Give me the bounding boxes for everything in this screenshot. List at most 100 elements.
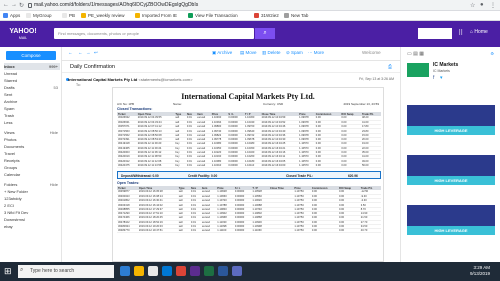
- message-date: Fri, Sep 13 at 3:26 AM: [359, 77, 394, 81]
- table-cell: 0.00: [314, 163, 341, 169]
- next-icon[interactable]: →: [86, 50, 91, 55]
- print-icon[interactable]: ⎙: [388, 64, 392, 70]
- ad-banner-2[interactable]: HIGH LEVERAGE: [407, 155, 495, 185]
- forward-icon[interactable]: →: [11, 2, 17, 8]
- sender-name[interactable]: International Capital Markets Pty Ltd <s…: [68, 77, 193, 82]
- move-button[interactable]: ▤ Move: [240, 50, 257, 56]
- search-icon: ⌕: [20, 267, 24, 273]
- spam-button[interactable]: ⊘ Spam: [286, 50, 303, 56]
- sidebar-item-label: Sent: [4, 92, 13, 97]
- sidebar-item[interactable]: Receipts: [4, 157, 60, 164]
- sidebar-item[interactable]: Drafts 53: [4, 84, 60, 91]
- open-trades-table: Ticket Open Time Type Size Item Price S / LT /…: [117, 186, 381, 234]
- delete-button[interactable]: ▥ Delete: [262, 50, 281, 56]
- sidebar-item[interactable]: Photos: [4, 136, 60, 143]
- sidebar-item[interactable]: Less: [4, 119, 60, 126]
- sidebar-item-label: Downstrmsl: [4, 217, 25, 222]
- ad-brand-sub: IC Markets: [433, 69, 450, 73]
- word-icon[interactable]: [218, 266, 228, 276]
- sidebar-item[interactable]: Downstrmsl: [4, 216, 60, 223]
- menu-icon[interactable]: ⋮: [490, 2, 496, 9]
- windows-taskbar: ⊞ Type here to search ⌕ 3:29 AM 9/13/201…: [0, 262, 500, 281]
- apps-grid-icon[interactable]: ⠿: [458, 29, 463, 37]
- bookmark-new-tab[interactable]: New Tab: [284, 12, 308, 20]
- table-cell: buy: [174, 163, 186, 169]
- yahoo-header: YAHOO! MAIL Find messages, documents, pho…: [0, 21, 500, 47]
- message-toolbar: ← ← → ↩ ▣ Archive ▤ Move ▥ Delete ⊘ Spam…: [62, 47, 400, 61]
- sidebar-item[interactable]: Sent: [4, 91, 60, 98]
- bookmark-imported[interactable]: Imported From IE: [135, 12, 177, 20]
- sidebar-item[interactable]: Documents: [4, 143, 60, 150]
- back-icon[interactable]: ←: [3, 2, 9, 8]
- back-button[interactable]: ←: [68, 50, 73, 55]
- sidebar-item[interactable]: Folders Hide: [4, 181, 60, 188]
- store-icon[interactable]: [148, 266, 158, 276]
- bookmark-31w2ie2[interactable]: 31W2ie2: [254, 12, 279, 20]
- sidebar-item[interactable]: 3 Nfld Flt Dev: [4, 209, 60, 216]
- sidebar-item[interactable]: Groups: [4, 164, 60, 171]
- sidebar-item[interactable]: Calendar: [4, 171, 60, 178]
- ad-banner-1[interactable]: HIGH LEVERAGE: [407, 105, 495, 135]
- table-cell: sell: [177, 228, 190, 234]
- credit-facility: Credit Facility: 0.00: [188, 174, 218, 178]
- sidebar-item[interactable]: Inbox 999+: [4, 63, 60, 70]
- sidebar-item-label: Trash: [4, 113, 15, 118]
- deposit-withdrawal: Deposit/Withdrawal: 0.00: [121, 174, 159, 178]
- app-icon-2[interactable]: [232, 266, 242, 276]
- system-clock[interactable]: 3:29 AM 9/13/2019: [470, 265, 490, 277]
- search-icon: ⌕: [263, 30, 267, 36]
- star-icon[interactable]: ☆: [470, 2, 475, 9]
- sidebar-item[interactable]: Starred: [4, 77, 60, 84]
- page-icon: [62, 12, 67, 18]
- yahoo-logo[interactable]: YAHOO! MAIL: [9, 28, 37, 42]
- table-row: 30420475 2019.09.12 11:13:56 buy 0.01 eurusd…: [117, 163, 381, 169]
- closed-transactions-table: Ticket Open Time Type Size Item Price S / LT /…: [117, 112, 381, 169]
- mail-search-input[interactable]: Find messages, documents, photos or peop…: [54, 28, 254, 39]
- sidebar-item[interactable]: Travel: [4, 150, 60, 157]
- search-button[interactable]: ⌕: [255, 28, 275, 39]
- sidebar-item-label: Archive: [4, 99, 18, 104]
- app-icon[interactable]: [190, 266, 200, 276]
- windows-start-icon[interactable]: ⊞: [4, 266, 14, 276]
- bookmark-mygroup[interactable]: MyGroup: [26, 12, 52, 20]
- url-field[interactable]: mail.yahoo.com/d/folders/1/messages/AOhq…: [34, 2, 198, 9]
- sidebar-item[interactable]: 123ahddy: [4, 195, 60, 202]
- sidebar-item[interactable]: Trash: [4, 112, 60, 119]
- table-cell: 1.11160: [216, 228, 234, 234]
- archive-button[interactable]: ▣ Archive: [212, 50, 232, 56]
- bookmark-view-file[interactable]: View File Transaction: [188, 12, 238, 20]
- bookmark-apps[interactable]: Apps: [3, 12, 20, 20]
- compose-button[interactable]: Compose: [6, 51, 56, 60]
- table-cell: 2019.09.12 16:04:00: [260, 163, 299, 169]
- mail-icon[interactable]: [162, 266, 172, 276]
- ic-markets-ad[interactable]: IC Markets IC Markets f ▾: [407, 59, 495, 95]
- reply-icon[interactable]: ↩: [94, 50, 98, 56]
- ad-brand: IC Markets: [433, 62, 459, 68]
- table-cell: 0.01: [189, 228, 201, 234]
- sidebar-item[interactable]: 2 ECI: [4, 202, 60, 209]
- prev-icon[interactable]: ←: [78, 50, 83, 55]
- sidebar-item[interactable]: + New Folder: [4, 188, 60, 195]
- settings-link[interactable]: ⚙: [490, 51, 494, 56]
- more-button[interactable]: ⋯ More: [308, 50, 324, 56]
- file-explorer-icon[interactable]: [134, 266, 144, 276]
- twitter-icon[interactable]: ▾: [440, 75, 443, 81]
- facebook-icon[interactable]: f: [433, 75, 434, 81]
- taskbar-search-input[interactable]: Type here to search: [18, 265, 114, 278]
- profile-icon[interactable]: ●: [480, 2, 484, 8]
- sidebar-item[interactable]: Spam: [4, 105, 60, 112]
- ad-banner-3[interactable]: HIGH LEVERAGE: [407, 205, 495, 235]
- bookmark-pe-weekly[interactable]: PE_weekly review: [81, 12, 125, 20]
- bookmark-pb[interactable]: PB: [62, 12, 75, 20]
- user-account[interactable]: [418, 28, 452, 39]
- sidebar-item[interactable]: Archive: [4, 98, 60, 105]
- home-link[interactable]: ⌂ Home: [470, 29, 488, 35]
- ad-toolbar-icons: ▭ ▤ ▦: [407, 51, 424, 57]
- sidebar-item[interactable]: Views Hide: [4, 129, 60, 136]
- sidebar-item[interactable]: ebay: [4, 223, 60, 230]
- reload-icon[interactable]: ↻: [19, 2, 24, 9]
- task-view-icon[interactable]: [120, 266, 130, 276]
- chrome-icon[interactable]: [176, 266, 186, 276]
- excel-icon[interactable]: [204, 266, 214, 276]
- sidebar-item[interactable]: Unread: [4, 70, 60, 77]
